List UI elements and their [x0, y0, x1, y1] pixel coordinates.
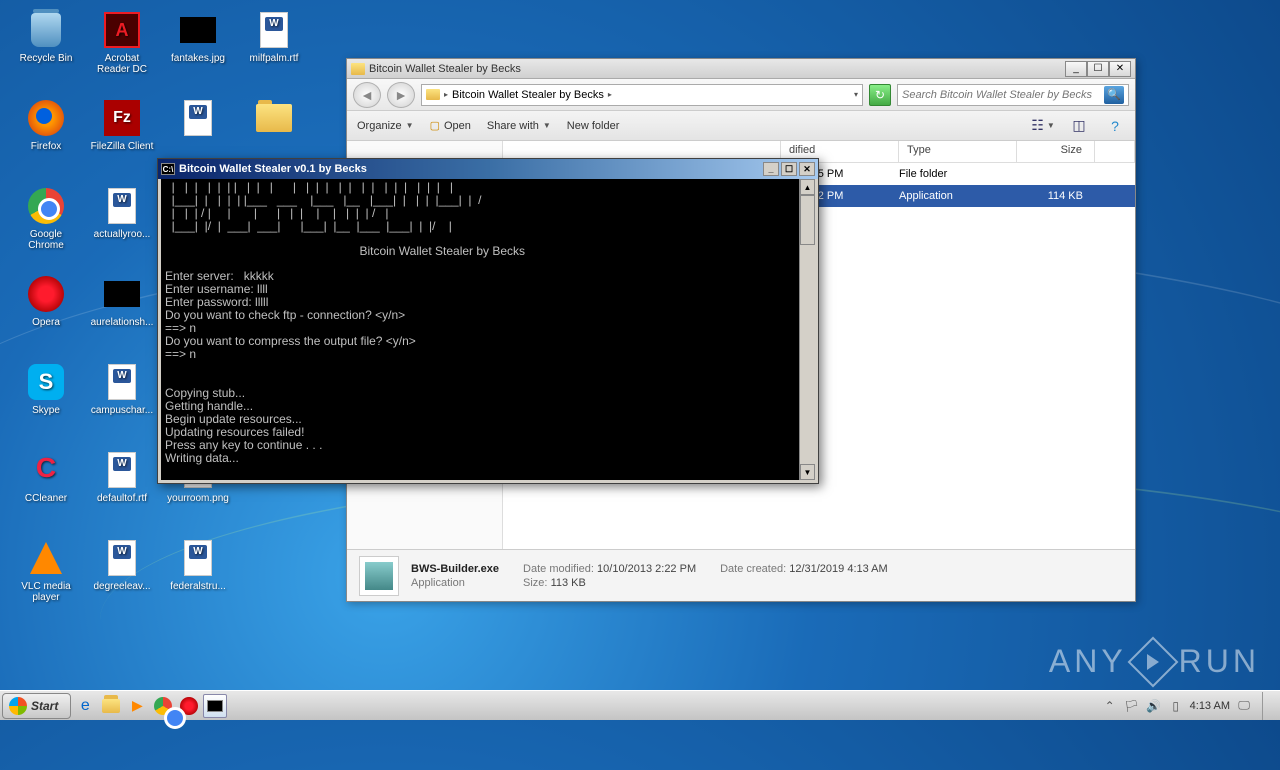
vlc[interactable]: VLC media player: [10, 538, 82, 618]
adobe-reader[interactable]: AAcrobat Reader DC: [86, 10, 158, 90]
scroll-down-button[interactable]: ▼: [800, 464, 815, 480]
explorer-nav: ◄ ► ▸ Bitcoin Wallet Stealer by Becks ▸ …: [347, 79, 1135, 111]
address-bar[interactable]: ▸ Bitcoin Wallet Stealer by Becks ▸ ▾: [421, 84, 863, 106]
open-button[interactable]: ▢Open: [430, 119, 471, 132]
explorer-toolbar: Organize▼ ▢Open Share with▼ New folder ☷…: [347, 111, 1135, 141]
address-text: Bitcoin Wallet Stealer by Becks: [452, 89, 604, 101]
clock[interactable]: 4:13 AM: [1190, 700, 1230, 712]
tray-action-center-icon[interactable]: 🏳: [1124, 698, 1140, 714]
search-box: 🔍: [897, 84, 1129, 106]
tray-expand-icon[interactable]: ⌃: [1102, 698, 1118, 714]
campuschar[interactable]: campuschar...: [86, 362, 158, 442]
taskbar-chrome[interactable]: [151, 694, 175, 718]
maximize-button[interactable]: ☐: [1087, 61, 1109, 77]
window-title: Bitcoin Wallet Stealer by Becks: [369, 63, 1065, 75]
col-type[interactable]: Type: [899, 141, 1017, 162]
details-pane: BWS-Builder.exe Date modified: 10/10/201…: [347, 549, 1135, 601]
chrome[interactable]: Google Chrome: [10, 186, 82, 266]
actuallyroo[interactable]: actuallyroo...: [86, 186, 158, 266]
console-icon: C:\: [161, 163, 175, 175]
close-button[interactable]: ✕: [1109, 61, 1131, 77]
minimize-button[interactable]: _: [763, 162, 779, 176]
taskbar-ie[interactable]: e: [73, 694, 97, 718]
taskbar-wmp[interactable]: ▶: [125, 694, 149, 718]
forward-button[interactable]: ►: [387, 82, 415, 108]
details-name: BWS-Builder.exe: [411, 563, 499, 575]
scrollbar[interactable]: ▲ ▼: [799, 179, 815, 480]
recycle-bin[interactable]: Recycle Bin: [10, 10, 82, 90]
maximize-button[interactable]: ☐: [781, 162, 797, 176]
windows-icon: [9, 697, 27, 715]
start-button[interactable]: Start: [2, 693, 71, 719]
col-size[interactable]: Size: [1017, 141, 1095, 162]
tray-network-icon[interactable]: ▯: [1168, 698, 1184, 714]
opera[interactable]: Opera: [10, 274, 82, 354]
close-button[interactable]: ✕: [799, 162, 815, 176]
taskbar-console[interactable]: [203, 694, 227, 718]
show-desktop-button[interactable]: [1262, 692, 1272, 720]
scroll-thumb[interactable]: [800, 195, 815, 245]
watermark: ANY RUN: [1049, 643, 1260, 680]
filezilla[interactable]: FzFileZilla Client: [86, 98, 158, 178]
degreeleav[interactable]: degreeleav...: [86, 538, 158, 618]
share-menu[interactable]: Share with▼: [487, 120, 551, 132]
console-output[interactable]: | | | | | | | | | | | | | | | | | | | | …: [161, 179, 815, 480]
system-tray: ⌃ 🏳 🔊 ▯ 4:13 AM 🖵: [1096, 692, 1278, 720]
chevron-right-icon: ▸: [444, 90, 448, 99]
minimize-button[interactable]: _: [1065, 61, 1087, 77]
play-icon: [1127, 636, 1178, 687]
explorer-titlebar[interactable]: Bitcoin Wallet Stealer by Becks _ ☐ ✕: [347, 59, 1135, 79]
scroll-up-button[interactable]: ▲: [800, 179, 815, 195]
skype[interactable]: SSkype: [10, 362, 82, 442]
col-extra[interactable]: [1095, 141, 1135, 162]
details-type: Application: [411, 577, 499, 589]
organize-menu[interactable]: Organize▼: [357, 120, 414, 132]
back-button[interactable]: ◄: [353, 82, 381, 108]
chevron-right-icon: ▸: [608, 90, 612, 99]
file-icon: [359, 556, 399, 596]
view-menu[interactable]: ☷▼: [1033, 116, 1053, 136]
taskbar-explorer[interactable]: [99, 694, 123, 718]
fantakes-jpg[interactable]: fantakes.jpg: [162, 10, 234, 90]
search-button[interactable]: 🔍: [1104, 86, 1124, 104]
folder-icon: [351, 63, 365, 75]
ccleaner[interactable]: CCleaner: [10, 450, 82, 530]
folder-icon: [426, 89, 440, 100]
firefox[interactable]: Firefox: [10, 98, 82, 178]
defaultof-rtf[interactable]: defaultof.rtf: [86, 450, 158, 530]
tray-volume-icon[interactable]: 🔊: [1146, 698, 1162, 714]
console-title: Bitcoin Wallet Stealer v0.1 by Becks: [179, 163, 761, 175]
aurelationsh[interactable]: aurelationsh...: [86, 274, 158, 354]
federalstru[interactable]: federalstru...: [162, 538, 234, 618]
newfolder-button[interactable]: New folder: [567, 120, 620, 132]
search-input[interactable]: [902, 89, 1104, 101]
help-button[interactable]: ?: [1105, 116, 1125, 136]
refresh-button[interactable]: ↻: [869, 84, 891, 106]
console-titlebar[interactable]: C:\ Bitcoin Wallet Stealer v0.1 by Becks…: [158, 159, 818, 179]
tray-monitor-icon[interactable]: 🖵: [1236, 698, 1252, 714]
console-window: C:\ Bitcoin Wallet Stealer v0.1 by Becks…: [157, 158, 819, 484]
milfpalm-rtf[interactable]: milfpalm.rtf: [238, 10, 310, 90]
preview-pane-button[interactable]: ◫: [1069, 116, 1089, 136]
dropdown-icon[interactable]: ▾: [854, 90, 858, 99]
taskbar: Start e ▶ ⌃ 🏳 🔊 ▯ 4:13 AM 🖵: [0, 690, 1280, 720]
